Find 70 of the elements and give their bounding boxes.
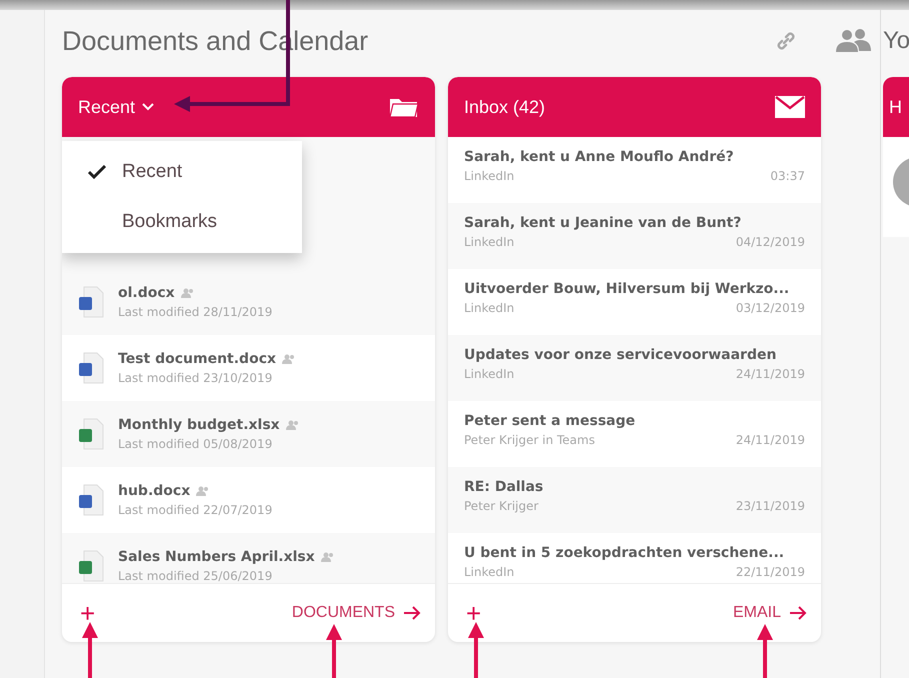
arrow-right-icon[interactable] [403, 606, 421, 620]
email-subject: Uitvoerder Bouw, Hilversum bij Werkzo... [464, 281, 790, 297]
people-icon[interactable] [834, 28, 872, 54]
email-item[interactable]: Sarah, kent u Anne Mouflo André? LinkedIn 03:37 [448, 137, 821, 203]
email-subject: Peter sent a message [464, 413, 636, 429]
file-icon [78, 352, 104, 384]
email-sender: LinkedIn [464, 169, 514, 183]
section-title: Yo [883, 26, 909, 56]
email-item[interactable]: Updates voor onze servicevoorwaarden LinkedIn 24/11/2019 [448, 335, 821, 401]
email-time: 22/11/2019 [736, 565, 805, 579]
email-subject: Sarah, kent u Jeanine van de Bunt? [464, 215, 742, 231]
file-icon [78, 286, 104, 318]
file-icon [78, 418, 104, 450]
email-item[interactable]: Sarah, kent u Jeanine van de Bunt? LinkedIn 04/12/2019 [448, 203, 821, 269]
email-sender: LinkedIn [464, 367, 514, 381]
email-item[interactable]: Peter sent a message Peter Krijger in Teams 24/11/2019 [448, 401, 821, 467]
email-subject: RE: Dallas [464, 479, 544, 495]
add-button[interactable]: + [76, 600, 100, 626]
modified-date: Last modified 05/08/2019 [118, 437, 274, 451]
modified-date: Last modified 23/10/2019 [118, 371, 274, 385]
document-name: ol.docx [118, 285, 175, 301]
email-time: 24/11/2019 [736, 433, 805, 447]
email-sender: Peter Krijger in Teams [464, 433, 595, 447]
documents-link[interactable]: DOCUMENTS [292, 604, 395, 622]
email-time: 04/12/2019 [736, 235, 805, 249]
email-subject: Updates voor onze servicevoorwaarden [464, 347, 778, 363]
email-sender: LinkedIn [464, 235, 514, 249]
view-dropdown[interactable]: Recent [78, 96, 156, 118]
arrow-right-icon[interactable] [789, 606, 807, 620]
inbox-title: Inbox (42) [464, 96, 546, 118]
email-time: 23/11/2019 [736, 499, 805, 513]
email-item[interactable]: RE: Dallas Peter Krijger 23/11/2019 [448, 467, 821, 533]
shared-icon [196, 486, 210, 496]
file-icon [78, 484, 104, 516]
document-item[interactable]: Test document.docx Last modified 23/10/2019 [62, 335, 435, 401]
card-title: H [889, 96, 902, 118]
envelope-icon[interactable] [775, 96, 805, 118]
modified-date: Last modified 28/11/2019 [118, 305, 272, 319]
menu-item[interactable]: Bookmarks [62, 197, 302, 247]
document-name: hub.docx [118, 483, 190, 499]
shared-icon [180, 288, 195, 298]
shared-icon [286, 420, 300, 430]
annotation-arrow [82, 622, 98, 678]
email-item[interactable]: Uitvoerder Bouw, Hilversum bij Werkzo... LinkedIn 03/12/2019 [448, 269, 821, 335]
email-sender: LinkedIn [464, 565, 514, 579]
email-time: 03/12/2019 [736, 301, 805, 315]
annotation-arrow [757, 624, 773, 678]
document-item[interactable]: ol.docx Last modified 28/11/2019 [62, 269, 435, 335]
chevron-down-icon [141, 102, 156, 112]
email-link[interactable]: EMAIL [732, 604, 781, 622]
email-time: 24/11/2019 [736, 367, 805, 381]
shared-icon [320, 552, 335, 562]
document-name: Monthly budget.xlsx [118, 417, 280, 433]
modified-date: Last modified 25/06/2019 [118, 569, 274, 583]
email-subject: U bent in 5 zoekopdrachten verschene... [464, 545, 786, 561]
email-time: 03:37 [770, 169, 805, 183]
document-name: Sales Numbers April.xlsx [118, 549, 315, 565]
email-sender: Peter Krijger [464, 499, 538, 513]
add-button[interactable]: + [462, 600, 486, 626]
document-item[interactable]: Monthly budget.xlsx Last modified 05/08/2019 [62, 401, 435, 467]
document-item[interactable]: Sales Numbers April.xlsx Last modified 25/06/2019 [62, 533, 435, 583]
document-name: Test document.docx [118, 351, 276, 367]
email-sender: LinkedIn [464, 301, 514, 315]
modified-date: Last modified 22/07/2019 [118, 503, 272, 517]
document-item[interactable]: hub.docx Last modified 22/07/2019 [62, 467, 435, 533]
annotation-arrow [468, 622, 484, 678]
shared-icon [282, 354, 296, 364]
annotation-arrow [326, 624, 342, 678]
email-item[interactable]: U bent in 5 zoekopdrachten verschene... LinkedIn 22/11/2019 [448, 533, 821, 583]
email-subject: Sarah, kent u Anne Mouflo André? [464, 149, 735, 165]
